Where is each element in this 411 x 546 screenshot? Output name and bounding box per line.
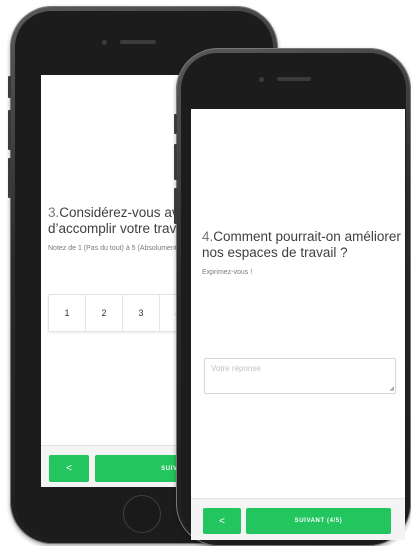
mute-switch [8,76,11,98]
question-subtitle: Exprimez-vous ! [202,269,253,276]
speaker-grille [120,40,156,44]
rating-option-3[interactable]: 3 [123,295,160,331]
front-camera-icon [259,77,264,82]
question-title: 4.Comment pourrait-on améliorer nos espa… [202,229,401,261]
question-line-2: nos espaces de travail ? [202,245,348,260]
mute-switch [174,114,177,134]
volume-down-button [174,188,177,224]
back-button[interactable]: < [49,455,89,482]
rating-option-2[interactable]: 2 [86,295,123,331]
question-subtitle: Notez de 1 (Pas du tout) à 5 (Absolument… [48,245,180,252]
question-line-1: Comment pourrait-on améliorer [213,229,401,244]
question-number: 4. [202,229,214,244]
volume-up-button [174,144,177,180]
question-line-2: d’accomplir votre travail [48,221,190,236]
back-button[interactable]: < [203,508,241,534]
navigation-bar: < SUIVANT (4/5) [191,498,405,540]
front-phone: 4.Comment pourrait-on améliorer nos espa… [174,48,411,546]
front-camera-icon [102,40,107,45]
answer-textarea[interactable]: Votre réponse ◢ [204,358,396,394]
answer-placeholder: Votre réponse [211,364,261,373]
volume-up-button [8,110,11,150]
home-button [123,495,161,533]
question-title: 3.Considérez-vous avoir d’accomplir votr… [48,205,194,237]
front-phone-screen: 4.Comment pourrait-on améliorer nos espa… [191,109,405,540]
rating-option-1[interactable]: 1 [49,295,86,331]
volume-down-button [8,158,11,198]
next-button[interactable]: SUIVANT (4/5) [246,508,391,534]
question-number: 3. [48,205,60,220]
resize-grip-icon[interactable]: ◢ [389,385,394,392]
speaker-grille [277,77,311,81]
